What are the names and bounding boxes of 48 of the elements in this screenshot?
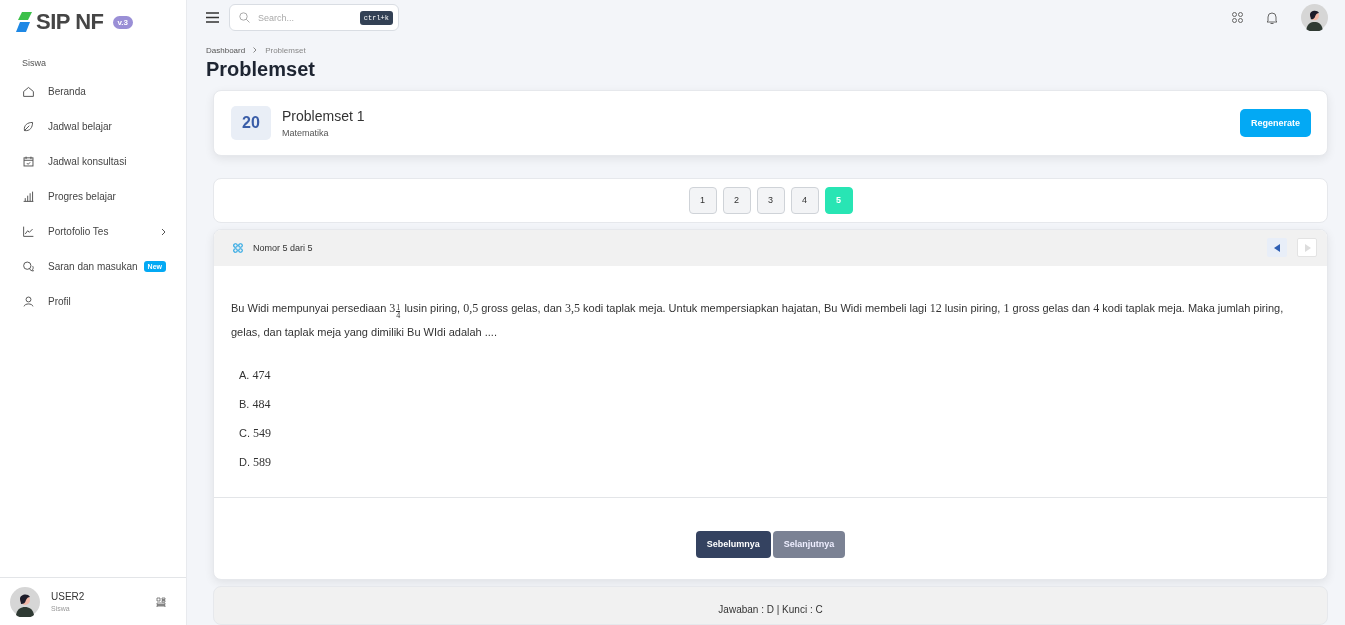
- calendar-icon: [22, 155, 35, 168]
- page-title: Problemset: [206, 57, 316, 81]
- breadcrumb-current: Problemset: [265, 45, 306, 55]
- problemset-title: Problemset 1: [282, 107, 366, 124]
- triangle-right-icon: [1303, 243, 1311, 252]
- breadcrumb-link[interactable]: Dashboard: [206, 45, 246, 55]
- chat-icon: [22, 260, 35, 273]
- answer-option[interactable]: D. 589: [239, 452, 1310, 471]
- bell-icon[interactable]: [1265, 10, 1279, 25]
- subject-label: Matematika: [282, 127, 330, 138]
- avatar-icon[interactable]: [10, 586, 40, 617]
- answer-option[interactable]: B. 484: [239, 394, 1310, 413]
- search-icon: [239, 12, 250, 24]
- sidebar-item[interactable]: Beranda: [0, 74, 186, 109]
- bar-chart-icon: [22, 190, 35, 203]
- home-icon: [22, 85, 35, 98]
- sidebar-item[interactable]: Progres belajar: [0, 179, 186, 214]
- app-name: SIP NF: [36, 9, 104, 35]
- sidebar-item[interactable]: Profil: [0, 284, 186, 319]
- page-button[interactable]: 4: [790, 186, 819, 214]
- leaf-icon: [22, 120, 35, 133]
- previous-button[interactable]: Sebelumnya: [695, 530, 771, 558]
- search-field[interactable]: Search...: [256, 11, 354, 24]
- page-button[interactable]: 3: [756, 186, 785, 214]
- previous-button[interactable]: [1267, 238, 1287, 258]
- panel-icon[interactable]: [156, 596, 166, 607]
- question-number: Nomor 5 dari 5: [253, 242, 313, 253]
- apps-icon[interactable]: [1232, 12, 1243, 24]
- count-badge: 20: [231, 105, 271, 140]
- sidebar-item[interactable]: Portofolio Tes: [0, 214, 186, 249]
- grid-icon: [233, 242, 243, 253]
- page-button[interactable]: 2: [722, 186, 751, 214]
- user-name: USER2: [51, 591, 86, 602]
- sidebar-item[interactable]: Jadwal belajar: [0, 109, 186, 144]
- user-icon: [22, 295, 35, 308]
- section-label: Siswa: [22, 58, 47, 68]
- sidebar-item[interactable]: Jadwal konsultasi: [0, 144, 186, 179]
- answer-option[interactable]: C. 549: [239, 423, 1310, 442]
- logo-icon: [16, 12, 32, 32]
- avatar-icon[interactable]: [1301, 4, 1328, 32]
- triangle-left-icon: [1273, 243, 1281, 252]
- chevron-icon: [253, 47, 258, 54]
- version-badge: v.3: [112, 15, 134, 29]
- page-button[interactable]: 1: [688, 186, 717, 214]
- answer-option[interactable]: A. 474: [239, 365, 1310, 384]
- line-chart-icon: [22, 225, 35, 238]
- result-text: Jawaban : D | Kunci : C: [718, 603, 823, 615]
- menu-icon[interactable]: [206, 12, 219, 24]
